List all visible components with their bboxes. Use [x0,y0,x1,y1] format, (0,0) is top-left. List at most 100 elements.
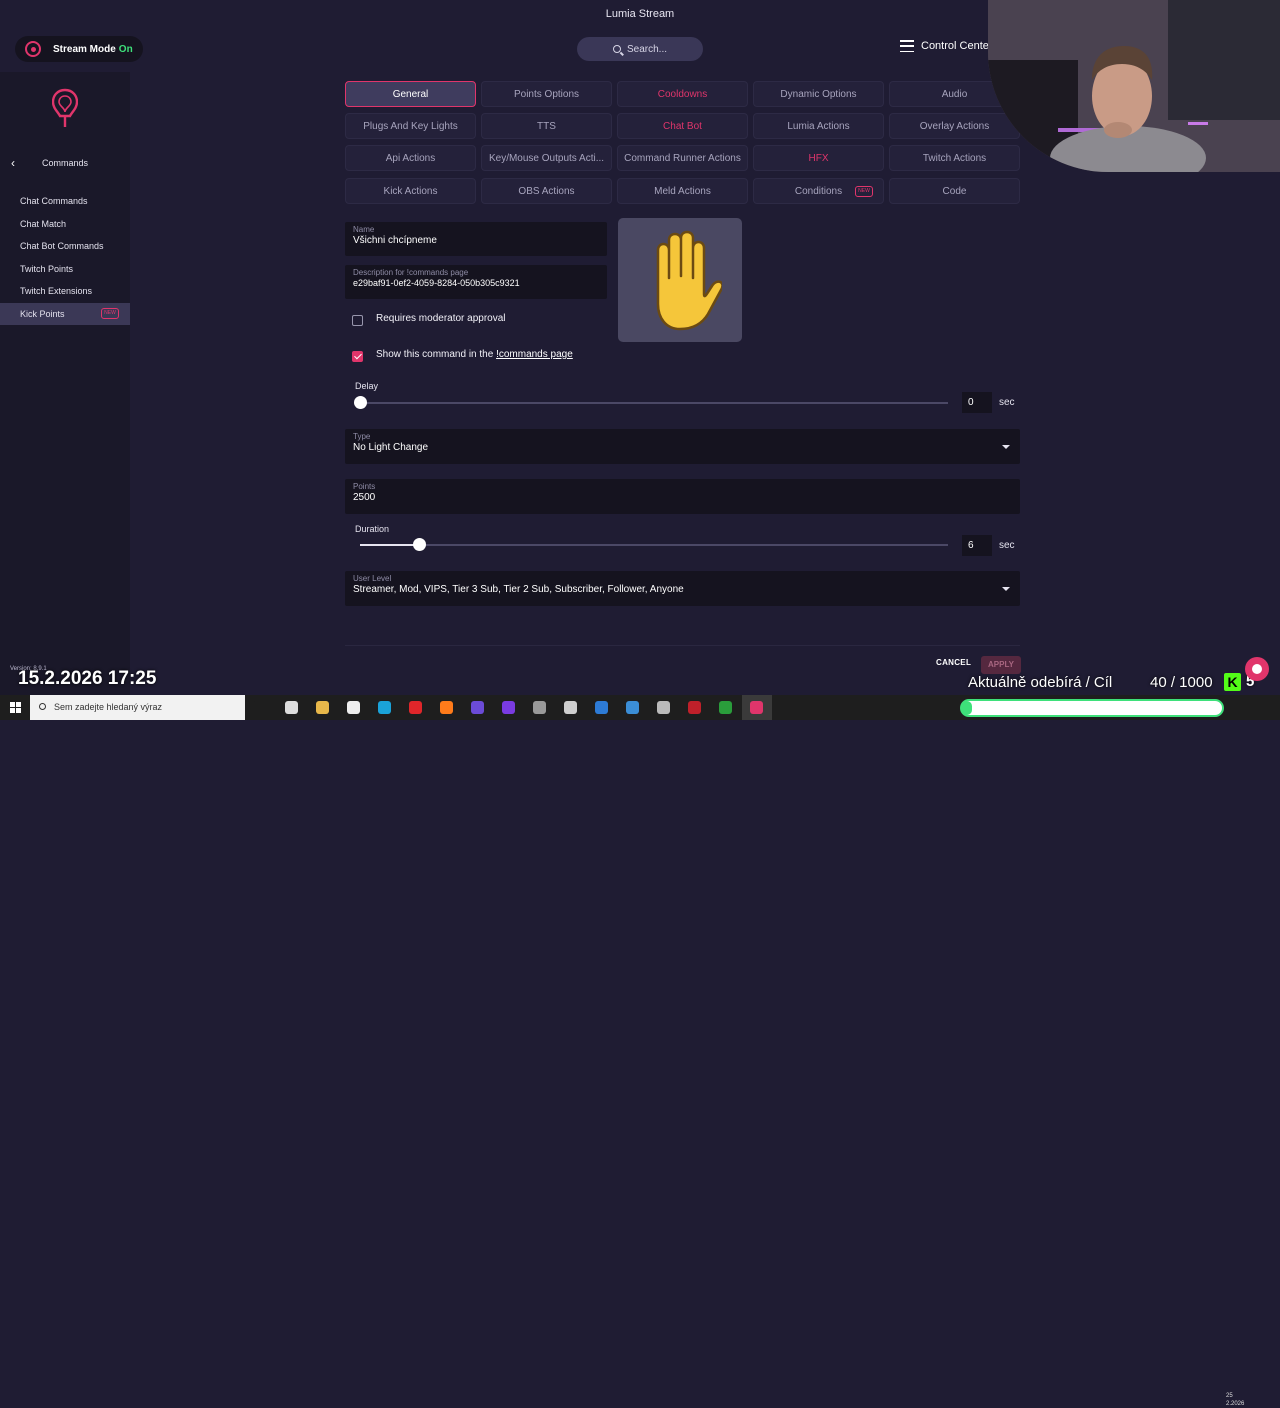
goal-progress-bar [960,699,1224,717]
tab-hfx[interactable]: HFX [753,145,884,171]
type-select[interactable]: Type No Light Change [345,429,1020,464]
overlay-goal-label: Aktuálně odebírá / Cíl [968,674,1113,691]
sidebar-item-twitch-points[interactable]: Twitch Points [0,258,130,280]
stream-mode-toggle[interactable]: Stream Mode On [15,36,143,62]
chevron-left-icon[interactable]: ‹ [11,156,31,170]
overlay-datetime: 15.2.2026 17:25 [18,668,157,689]
app-icon[interactable] [533,701,546,714]
control-center-button[interactable]: Control Center [900,40,993,52]
user-level-select[interactable]: User Level Streamer, Mod, VIPS, Tier 3 S… [345,571,1020,606]
requires-mod-checkbox[interactable] [352,315,363,326]
tab-tts[interactable]: TTS [481,113,612,139]
obs-icon[interactable] [285,701,298,714]
taskbar-search-input[interactable]: Sem zadejte hledaný výraz [30,695,245,720]
windows-start-icon[interactable] [10,702,21,713]
commands-page-link[interactable]: !commands page [496,349,573,360]
tab-label: Overlay Actions [919,121,990,132]
tab-label: Cooldowns [657,89,708,100]
command-image[interactable] [618,218,742,342]
search-button[interactable]: Search... [577,37,703,61]
stream-mode-state: On [118,43,133,55]
divider [345,645,1020,646]
tab-meld-actions[interactable]: Meld Actions [617,178,748,204]
app-icon[interactable] [657,701,670,714]
mail-icon[interactable] [626,701,639,714]
app-window: Lumia Stream ✕ Stream Mode On Search... … [0,0,1280,695]
tab-label: Command Runner Actions [624,153,741,164]
tab-kick-actions[interactable]: Kick Actions [345,178,476,204]
tab-lumia-actions[interactable]: Lumia Actions [753,113,884,139]
search-icon [612,45,621,53]
app-icon[interactable] [502,701,515,714]
tab-points-options[interactable]: Points Options [481,81,612,107]
tab-label: Twitch Actions [922,153,987,164]
tab-key-mouse-outputs-acti[interactable]: Key/Mouse Outputs Acti... [481,145,612,171]
task-view-icon[interactable] [253,701,266,714]
firefox-icon[interactable] [440,701,453,714]
duration-slider-handle[interactable] [412,538,426,551]
tab-chat-bot[interactable]: Chat Bot [617,113,748,139]
sliders-icon [900,40,914,52]
opera-icon[interactable] [409,701,422,714]
duration-input[interactable]: 6 [962,535,992,556]
tab-label: OBS Actions [518,186,575,197]
name-field[interactable]: Name Všichni chcípneme [345,222,607,256]
new-badge: NEW [855,186,873,197]
show-command-checkbox[interactable] [352,351,363,362]
cancel-button[interactable]: CANCEL [936,658,971,667]
sidebar-item-label: Chat Bot Commands [20,241,104,251]
tab-cooldowns[interactable]: Cooldowns [617,81,748,107]
duration-slider[interactable] [360,538,948,551]
app-icon[interactable] [595,701,608,714]
tray-date: 2.2026 [1226,1401,1245,1407]
tab-obs-actions[interactable]: OBS Actions [481,178,612,204]
delay-slider-handle[interactable] [354,396,367,409]
dropdown-arrow-icon[interactable] [1002,586,1010,591]
type-label: Type [353,432,371,441]
dropdown-arrow-icon[interactable] [1002,444,1010,449]
tab-twitch-actions[interactable]: Twitch Actions [889,145,1020,171]
section-title: Commands [42,158,89,168]
sidebar-item-chat-match[interactable]: Chat Match [0,213,130,235]
tab-label: Audio [941,89,968,100]
app-icon[interactable] [688,701,701,714]
delay-input[interactable]: 0 [962,392,992,413]
sidebar-item-chat-commands[interactable]: Chat Commands [0,190,130,212]
stream-mode-label: Stream Mode [53,43,116,55]
tab-label: Key/Mouse Outputs Acti... [488,153,605,164]
sidebar-item-kick-points[interactable]: Kick Points NEW [0,303,130,325]
apply-button[interactable]: APPLY [981,656,1021,674]
delay-slider[interactable] [354,396,948,409]
tab-command-runner-actions[interactable]: Command Runner Actions [617,145,748,171]
store-icon[interactable] [347,701,360,714]
system-tray-clock[interactable]: 25 2.2026 [1226,1392,1244,1408]
search-label: Search... [626,43,668,55]
description-field[interactable]: Description for !commands page e29baf91-… [345,265,607,299]
lumia-icon[interactable] [750,701,763,714]
tab-plugs-and-key-lights[interactable]: Plugs And Key Lights [345,113,476,139]
upwork-icon[interactable] [719,701,732,714]
back-row[interactable]: ‹ Commands [0,154,130,172]
tab-dynamic-options[interactable]: Dynamic Options [753,81,884,107]
lumia-logo-icon [52,88,78,127]
chat-bubble-icon[interactable] [1245,657,1269,681]
description-label: Description for !commands page [353,268,469,277]
points-field[interactable]: Points 2500 [345,479,1020,514]
tab-overlay-actions[interactable]: Overlay Actions [889,113,1020,139]
app-icon[interactable] [471,701,484,714]
tab-api-actions[interactable]: Api Actions [345,145,476,171]
name-label: Name [353,225,375,234]
tab-conditions[interactable]: Conditions NEW [753,178,884,204]
file-explorer-icon[interactable] [316,701,329,714]
edge-icon[interactable] [378,701,391,714]
user-level-label: User Level [353,574,392,583]
description-value: e29baf91-0ef2-4059-8284-050b305c9321 [353,278,520,288]
type-value: No Light Change [353,442,429,453]
control-center-label: Control Center [921,40,993,52]
tab-code[interactable]: Code [889,178,1020,204]
tab-general[interactable]: General [345,81,476,107]
sidebar-item-twitch-extensions[interactable]: Twitch Extensions [0,280,130,302]
app-icon[interactable] [564,701,577,714]
sidebar-item-chat-bot-commands[interactable]: Chat Bot Commands [0,235,130,257]
tab-label: Code [942,186,967,197]
